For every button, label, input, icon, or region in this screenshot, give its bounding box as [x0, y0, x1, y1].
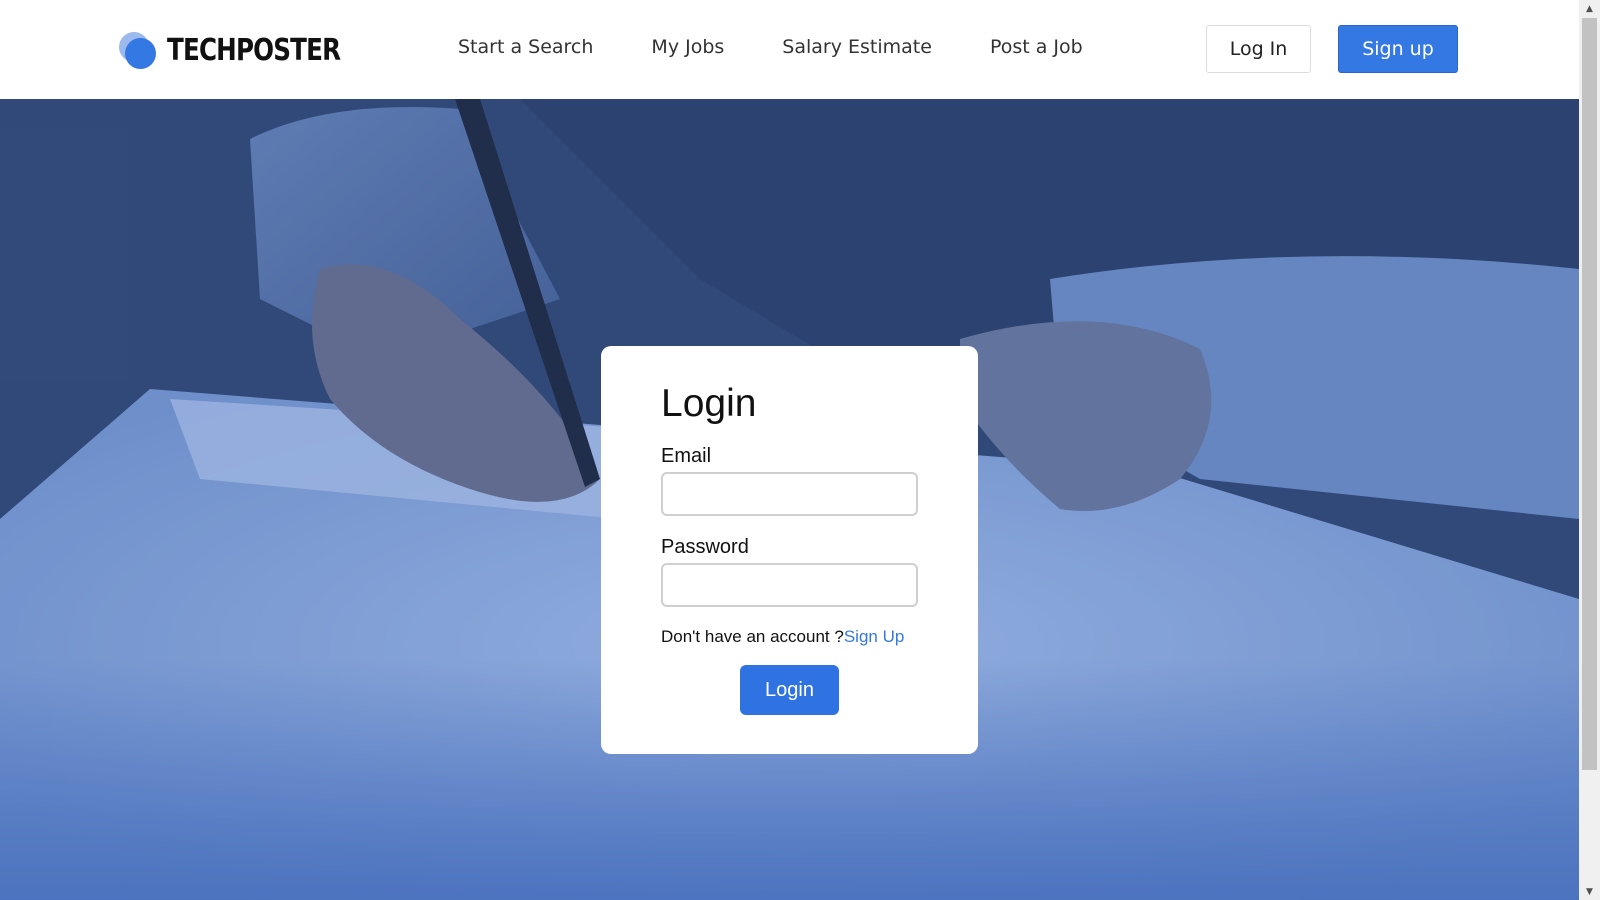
signup-link[interactable]: Sign Up: [844, 627, 904, 646]
brand-logo[interactable]: TECHPOSTER: [119, 30, 378, 70]
no-account-text: Don't have an account ?: [661, 627, 844, 646]
scroll-down-arrow-icon[interactable]: ▼: [1579, 883, 1600, 900]
login-card: Login Email Password Don't have an accou…: [601, 346, 978, 754]
scroll-up-arrow-icon[interactable]: ▲: [1579, 0, 1600, 17]
password-input[interactable]: [661, 563, 918, 607]
page: TECHPOSTER Start a Search My Jobs Salary…: [0, 0, 1600, 900]
no-account-prompt: Don't have an account ?Sign Up: [661, 626, 918, 648]
login-submit-button[interactable]: Login: [740, 665, 839, 715]
nav-link-salary-estimate[interactable]: Salary Estimate: [782, 36, 932, 58]
top-navbar: TECHPOSTER Start a Search My Jobs Salary…: [0, 0, 1579, 99]
password-label: Password: [661, 536, 749, 558]
header-login-button[interactable]: Log In: [1206, 25, 1311, 73]
email-label: Email: [661, 445, 712, 467]
brand-name: TECHPOSTER: [167, 32, 341, 68]
nav-link-start-search[interactable]: Start a Search: [458, 36, 593, 58]
header-signup-button[interactable]: Sign up: [1338, 25, 1458, 73]
page-scrollbar[interactable]: ▲ ▼: [1579, 0, 1600, 900]
main-nav: Start a Search My Jobs Salary Estimate P…: [458, 36, 1083, 58]
nav-link-post-job[interactable]: Post a Job: [990, 36, 1083, 58]
scroll-thumb[interactable]: [1582, 18, 1597, 770]
logo-circles-icon: [119, 30, 159, 70]
email-input[interactable]: [661, 472, 918, 516]
login-title: Login: [661, 382, 757, 425]
nav-link-my-jobs[interactable]: My Jobs: [651, 36, 724, 58]
logo-circle-front: [125, 38, 156, 69]
